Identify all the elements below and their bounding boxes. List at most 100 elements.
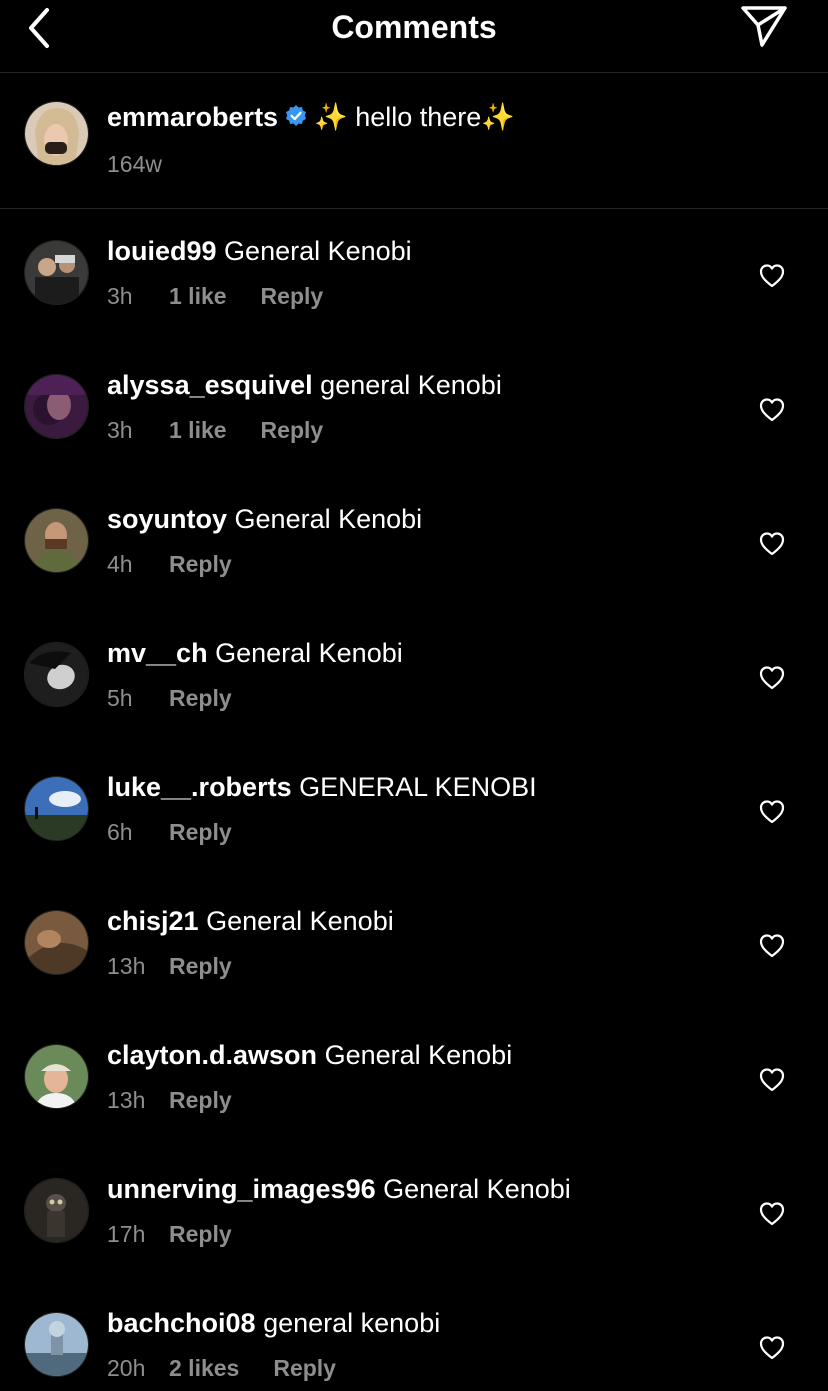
reply-button[interactable]: Reply: [273, 1355, 336, 1381]
avatar[interactable]: [24, 508, 89, 573]
heart-icon[interactable]: [758, 396, 786, 424]
comment-meta: 6h Reply: [107, 818, 232, 846]
heart-icon[interactable]: [758, 798, 786, 826]
share-button[interactable]: [738, 2, 790, 50]
comment-timestamp: 5h: [107, 685, 133, 711]
comment-row: alyssa_esquivel general Kenobi 3h 1 like R…: [0, 342, 828, 476]
comments-screen: Comments emmaroberts ✨ hello there✨ 164w: [0, 0, 828, 1391]
avatar[interactable]: [24, 1178, 89, 1243]
heart-icon[interactable]: [758, 664, 786, 692]
avatar-image: [25, 102, 88, 165]
reply-button[interactable]: Reply: [169, 953, 232, 979]
comment-username[interactable]: louied99: [107, 236, 217, 266]
comment-body: general kenobi: [263, 1308, 441, 1338]
comment-row: chisj21 General Kenobi 13h Reply: [0, 878, 828, 1012]
reply-button[interactable]: Reply: [261, 417, 324, 443]
comment-row: mv__ch General Kenobi 5h Reply: [0, 610, 828, 744]
avatar[interactable]: [24, 101, 89, 166]
comment-text-line: chisj21 General Kenobi: [107, 904, 394, 938]
heart-icon[interactable]: [758, 1334, 786, 1362]
comment-timestamp: 3h: [107, 417, 133, 443]
comment-username[interactable]: chisj21: [107, 906, 199, 936]
avatar[interactable]: [24, 240, 89, 305]
avatar[interactable]: [24, 1044, 89, 1109]
comment-row: unnerving_images96 General Kenobi 17h Rep…: [0, 1146, 828, 1280]
comment-text-line: louied99 General Kenobi: [107, 234, 412, 268]
page-title: Comments: [331, 9, 497, 45]
comment-meta: 13h Reply: [107, 952, 232, 980]
comment-row: luke__.roberts GENERAL KENOBI 6h Reply: [0, 744, 828, 878]
comment-row: bachchoi08 general kenobi 20h 2 likes Repl…: [0, 1280, 828, 1391]
comment-text-line: alyssa_esquivel general Kenobi: [107, 368, 502, 402]
comment-body: GENERAL KENOBI: [299, 772, 537, 802]
caption-text-line: emmaroberts ✨ hello there✨: [107, 100, 515, 136]
comment-username[interactable]: mv__ch: [107, 638, 208, 668]
comment-username[interactable]: soyuntoy: [107, 504, 227, 534]
comment-timestamp: 4h: [107, 551, 133, 577]
avatar[interactable]: [24, 374, 89, 439]
reply-button[interactable]: Reply: [169, 685, 232, 711]
comment-row: soyuntoy General Kenobi 4h Reply: [0, 476, 828, 610]
comment-username[interactable]: alyssa_esquivel: [107, 370, 313, 400]
reply-button[interactable]: Reply: [169, 1221, 232, 1247]
post-caption: emmaroberts ✨ hello there✨ 164w: [0, 72, 828, 209]
comment-text-line: unnerving_images96 General Kenobi: [107, 1172, 571, 1206]
heart-icon[interactable]: [758, 932, 786, 960]
comment-timestamp: 17h: [107, 1221, 146, 1247]
avatar-image: [25, 643, 88, 706]
verified-badge-icon: [284, 102, 308, 136]
heart-icon[interactable]: [758, 530, 786, 558]
reply-button[interactable]: Reply: [261, 283, 324, 309]
comment-text-line: soyuntoy General Kenobi: [107, 502, 422, 536]
avatar[interactable]: [24, 642, 89, 707]
comment-body: General Kenobi: [234, 504, 423, 534]
comment-row: clayton.d.awson General Kenobi 13h Reply: [0, 1012, 828, 1146]
caption-meta: 164w: [107, 150, 162, 178]
avatar[interactable]: [24, 1312, 89, 1377]
comment-meta: 5h Reply: [107, 684, 232, 712]
comment-meta: 3h 1 like Reply: [107, 282, 323, 310]
comment-body: General Kenobi: [383, 1174, 571, 1204]
comment-username[interactable]: luke__.roberts: [107, 772, 292, 802]
avatar-image: [25, 241, 88, 304]
comment-text-line: mv__ch General Kenobi: [107, 636, 403, 670]
comment-meta: 13h Reply: [107, 1086, 232, 1114]
comment-timestamp: 20h: [107, 1355, 146, 1381]
comment-text-line: clayton.d.awson General Kenobi: [107, 1038, 512, 1072]
comment-like-count[interactable]: 2 likes: [169, 1355, 239, 1381]
reply-button[interactable]: Reply: [169, 819, 232, 845]
sparkle-emoji: ✨: [314, 102, 348, 132]
comment-meta: 3h 1 like Reply: [107, 416, 323, 444]
comment-username[interactable]: unnerving_images96: [107, 1174, 376, 1204]
comment-body: General Kenobi: [206, 906, 394, 936]
heart-icon[interactable]: [758, 1200, 786, 1228]
comment-body: General Kenobi: [324, 1040, 513, 1070]
comment-like-count[interactable]: 1 like: [169, 283, 227, 309]
avatar-image: [25, 1313, 88, 1376]
comment-timestamp: 6h: [107, 819, 133, 845]
reply-button[interactable]: Reply: [169, 1087, 232, 1113]
heart-icon[interactable]: [758, 262, 786, 290]
caption-username[interactable]: emmaroberts: [107, 102, 278, 132]
avatar-image: [25, 1045, 88, 1108]
avatar-image: [25, 375, 88, 438]
comment-username[interactable]: bachchoi08: [107, 1308, 256, 1338]
sparkle-emoji: ✨: [481, 102, 515, 132]
avatar-image: [25, 509, 88, 572]
avatar-image: [25, 777, 88, 840]
comment-username[interactable]: clayton.d.awson: [107, 1040, 317, 1070]
comment-body: general Kenobi: [320, 370, 502, 400]
avatar[interactable]: [24, 910, 89, 975]
reply-button[interactable]: Reply: [169, 551, 232, 577]
header-bar: Comments: [0, 0, 828, 73]
comment-timestamp: 3h: [107, 283, 133, 309]
heart-icon[interactable]: [758, 1066, 786, 1094]
comment-text-line: bachchoi08 general kenobi: [107, 1306, 440, 1340]
comment-meta: 4h Reply: [107, 550, 232, 578]
comment-body: General Kenobi: [215, 638, 403, 668]
comment-like-count[interactable]: 1 like: [169, 417, 227, 443]
comment-timestamp: 13h: [107, 1087, 146, 1113]
comment-meta: 17h Reply: [107, 1220, 232, 1248]
caption-body: hello there: [355, 102, 482, 132]
avatar[interactable]: [24, 776, 89, 841]
